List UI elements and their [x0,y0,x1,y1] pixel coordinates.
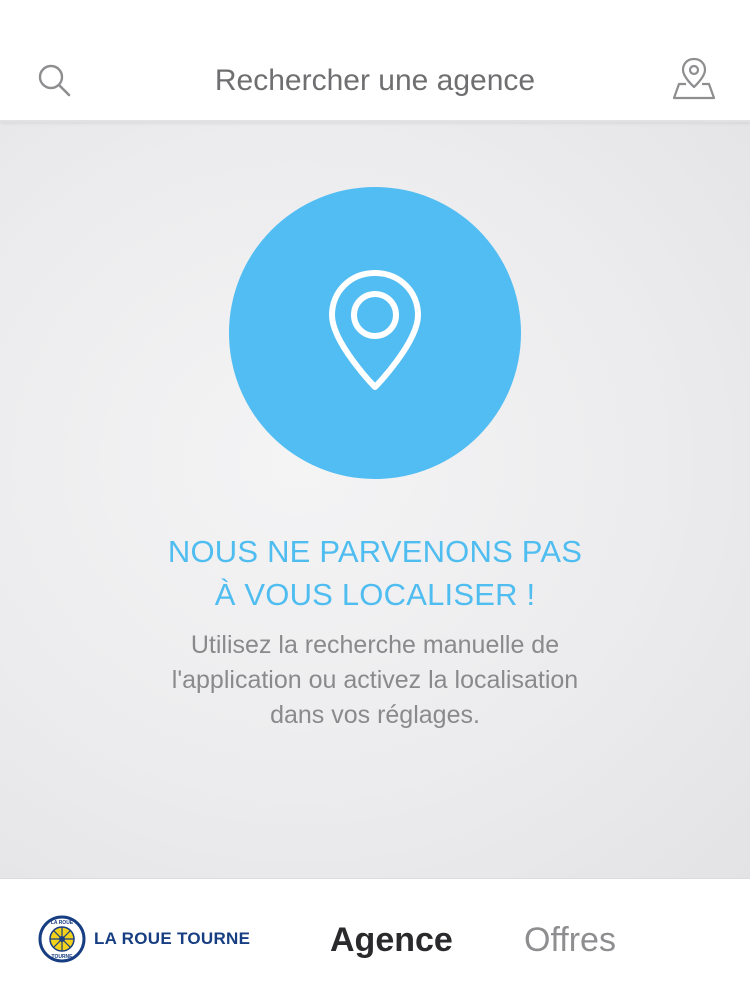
location-pin-icon [329,270,421,390]
search-icon[interactable] [36,62,72,98]
error-message-line: dans vos réglages. [270,701,480,729]
error-message: Utilisez la recherche manuelle de l'appl… [75,628,675,733]
search-header [0,0,750,122]
location-error-panel: NOUS NE PARVENONS PAS À VOUS LOCALISER !… [0,122,750,878]
error-message-line: Utilisez la recherche manuelle de [190,631,560,659]
tab-offres[interactable]: Offres [524,915,616,965]
error-message-line: l'application ou activez la localisation [171,666,579,694]
tab-agence[interactable]: Agence [330,915,453,965]
bottom-tab-bar: LA ROUE TOURNE LA ROUE TOURNE Agence Off… [0,878,750,1000]
brand: LA ROUE TOURNE LA ROUE TOURNE [38,915,250,963]
error-title-line: À VOUS LOCALISER ! [214,577,536,612]
location-circle [229,187,521,479]
map-pin-icon[interactable] [672,56,716,102]
search-input[interactable] [150,58,600,104]
brand-logo: LA ROUE TOURNE [38,915,86,963]
brand-name: LA ROUE TOURNE [94,929,251,948]
error-title-line: NOUS NE PARVENONS PAS [167,534,583,569]
screen: NOUS NE PARVENONS PAS À VOUS LOCALISER !… [0,0,750,1000]
error-title: NOUS NE PARVENONS PAS À VOUS LOCALISER ! [75,530,675,616]
brand-logo-top-text: LA ROUE [51,920,74,926]
brand-logo-bottom-text: TOURNE [51,954,73,960]
